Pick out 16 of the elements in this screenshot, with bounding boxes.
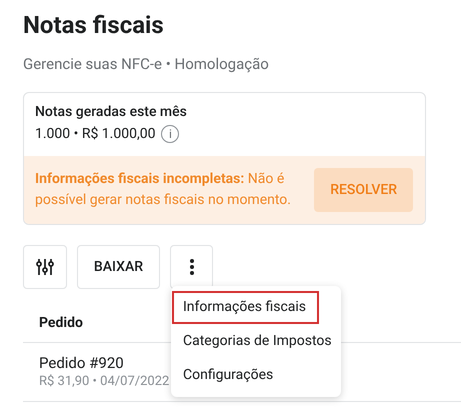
menu-item[interactable]: Informações fiscais (172, 291, 319, 324)
menu-item[interactable]: Categorias de Impostos (172, 324, 340, 358)
info-icon[interactable]: i (161, 125, 180, 143)
sliders-icon (35, 257, 55, 277)
page-subtitle: Gerencie suas NFC-e • Homologação (23, 54, 269, 74)
download-button[interactable]: BAIXAR (77, 245, 160, 289)
menu-item[interactable]: Configurações (172, 358, 340, 392)
warning-message: Informações fiscais incompletas: Não é possível gerar notas fiscais no momento. (35, 170, 292, 210)
order-details: R$ 31,90 • 04/07/2022 (39, 373, 170, 391)
column-header: Pedido (39, 314, 83, 333)
filter-button[interactable] (23, 245, 67, 289)
summary-label: Notas geradas este mês (35, 103, 187, 122)
order-title: Pedido #920 (39, 353, 124, 373)
summary-value: 1.000 • R$ 1.000,00 (35, 125, 156, 144)
more-vertical-icon (190, 259, 194, 275)
page-title: Notas fiscais (23, 10, 164, 40)
